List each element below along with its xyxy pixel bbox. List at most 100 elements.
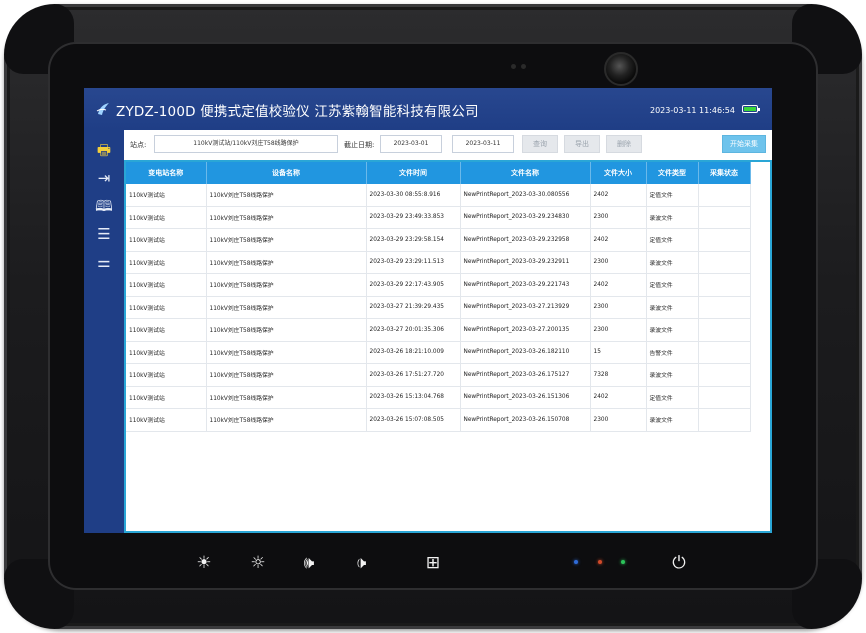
table-cell: 110kV测试站: [126, 341, 207, 364]
table-body: 110kV测试站 110kV刘庄T58线路保护 2023-03-30 08:55:8…: [126, 184, 751, 432]
power-icon[interactable]: ⏻: [667, 551, 691, 575]
table-row[interactable]: 110kV测试站 110kV刘庄T58线路保护 2023-03-27 20:01:3…: [126, 318, 751, 342]
column-header[interactable]: 文件名称: [460, 162, 591, 184]
file-table: 变电站名称 设备名称 文件时间 文件名称 文件大小 文件类型 采集状态 110kV测试站 11…: [126, 162, 751, 432]
column-header[interactable]: 文件类型: [646, 162, 699, 184]
table-cell: 110kV测试站: [126, 363, 207, 387]
table-cell: 110kV测试站: [126, 228, 207, 252]
column-header[interactable]: 设备名称: [206, 162, 367, 184]
table-cell: 110kV刘庄T58线路保护: [206, 408, 367, 432]
table-cell: 2300: [590, 318, 647, 342]
app-title: ZYDZ-100D 便携式定值校验仪 江苏紫翰智能科技有限公司: [116, 104, 479, 120]
delete-button[interactable]: 删除: [606, 135, 642, 153]
start-collect-button[interactable]: 开始采集: [722, 135, 766, 153]
data-grid: 变电站名称 设备名称 文件时间 文件名称 文件大小 文件类型 采集状态 110kV测试站 11…: [126, 162, 770, 531]
table-cell: NewPrintReport_2023-03-29.232958: [460, 228, 591, 252]
table-cell: 告警文件: [646, 341, 699, 364]
table-cell: 定值文件: [646, 386, 699, 409]
brightness-down-icon[interactable]: ☼: [246, 551, 270, 575]
column-header[interactable]: 文件大小: [590, 162, 647, 184]
query-button[interactable]: 查询: [522, 135, 558, 153]
table-cell: 2402: [590, 386, 647, 409]
table-cell: NewPrintReport_2023-03-27.213929: [460, 296, 591, 319]
table-cell: [698, 251, 751, 274]
table-cell: 110kV测试站: [126, 184, 207, 207]
table-cell: 2402: [590, 228, 647, 252]
table-cell: 2023-03-26 15:13:04.768: [366, 386, 461, 409]
sidebar: 🖶 ⇥ 🕮 ☰ ⚌: [84, 130, 124, 533]
table-row[interactable]: 110kV测试站 110kV刘庄T58线路保护 2023-03-30 08:55:8…: [126, 184, 751, 207]
table-cell: 2023-03-26 15:07:08.505: [366, 408, 461, 432]
table-cell: 2402: [590, 184, 647, 207]
filter-toolbar: 站点: 110kV测试站/110kV刘庄T58线路保护 截止日期: 2023-0…: [124, 130, 772, 160]
brightness-up-icon[interactable]: ☀: [192, 551, 216, 575]
table-cell: 录波文件: [646, 408, 699, 432]
table-row[interactable]: 110kV测试站 110kV刘庄T58线路保护 2023-03-26 18:21:1…: [126, 341, 751, 364]
title-bar: ZYDZ-100D 便携式定值校验仪 江苏紫翰智能科技有限公司 2023-03-…: [84, 88, 772, 130]
microphone-dot: [511, 64, 516, 69]
camera-icon: [604, 52, 638, 86]
table-cell: 110kV测试站: [126, 408, 207, 432]
table-row[interactable]: 110kV测试站 110kV刘庄T58线路保护 2023-03-26 15:13:0…: [126, 386, 751, 409]
site-select[interactable]: 110kV测试站/110kV刘庄T58线路保护: [154, 135, 338, 153]
table-cell: 2023-03-30 08:55:8.916: [366, 184, 461, 207]
table-cell: 110kV刘庄T58线路保护: [206, 386, 367, 409]
battery-icon: [742, 105, 760, 113]
table-cell: 2023-03-29 22:17:43.905: [366, 273, 461, 297]
table-row[interactable]: 110kV测试站 110kV刘庄T58线路保护 2023-03-29 23:49:3…: [126, 206, 751, 229]
column-header[interactable]: 变电站名称: [126, 162, 207, 184]
column-header[interactable]: 采集状态: [698, 162, 751, 184]
table-row[interactable]: 110kV测试站 110kV刘庄T58线路保护 2023-03-29 22:17:4…: [126, 273, 751, 297]
table-cell: 110kV测试站: [126, 206, 207, 229]
site-label: 站点:: [130, 141, 147, 149]
server-icon[interactable]: ☰: [94, 224, 114, 244]
volume-down-icon[interactable]: 🕩: [349, 551, 373, 575]
table-cell: 2023-03-27 21:39:29.435: [366, 296, 461, 319]
clock: 2023-03-11 11:46:54: [650, 106, 735, 115]
sensor-dot: [521, 64, 526, 69]
status-led: [598, 560, 602, 564]
import-icon[interactable]: ⇥: [94, 168, 114, 188]
table-cell: 2023-03-29 23:29:11.513: [366, 251, 461, 274]
table-cell: NewPrintReport_2023-03-26.150708: [460, 408, 591, 432]
export-button[interactable]: 导出: [564, 135, 600, 153]
table-cell: NewPrintReport_2023-03-26.175127: [460, 363, 591, 387]
table-cell: 110kV刘庄T58线路保护: [206, 228, 367, 252]
table-cell: [698, 228, 751, 252]
table-cell: [698, 206, 751, 229]
table-cell: 2023-03-27 20:01:35.306: [366, 318, 461, 342]
column-header[interactable]: 文件时间: [366, 162, 461, 184]
table-header-row: 变电站名称 设备名称 文件时间 文件名称 文件大小 文件类型 采集状态: [126, 162, 751, 184]
table-cell: 110kV测试站: [126, 251, 207, 274]
table-cell: [698, 363, 751, 387]
volume-up-icon[interactable]: 🕪: [297, 551, 321, 575]
table-row[interactable]: 110kV测试站 110kV刘庄T58线路保护 2023-03-27 21:39:2…: [126, 296, 751, 319]
table-cell: 2300: [590, 408, 647, 432]
settings-sliders-icon[interactable]: ⚌: [94, 252, 114, 272]
table-cell: 2300: [590, 206, 647, 229]
table-cell: [698, 184, 751, 207]
book-icon[interactable]: 🕮: [94, 196, 114, 216]
table-cell: 110kV刘庄T58线路保护: [206, 341, 367, 364]
table-cell: 2023-03-29 23:49:33.853: [366, 206, 461, 229]
table-cell: 录波文件: [646, 251, 699, 274]
table-cell: 110kV刘庄T58线路保护: [206, 318, 367, 342]
table-cell: 15: [590, 341, 647, 364]
table-row[interactable]: 110kV测试站 110kV刘庄T58线路保护 2023-03-26 15:07:0…: [126, 408, 751, 432]
table-cell: 110kV刘庄T58线路保护: [206, 273, 367, 297]
table-cell: 2023-03-26 18:21:10.009: [366, 341, 461, 364]
table-row[interactable]: 110kV测试站 110kV刘庄T58线路保护 2023-03-26 17:51:2…: [126, 363, 751, 387]
table-row[interactable]: 110kV测试站 110kV刘庄T58线路保护 2023-03-29 23:29:5…: [126, 228, 751, 252]
windows-icon[interactable]: ⊞: [421, 551, 445, 575]
status-led: [621, 560, 625, 564]
table-cell: 7328: [590, 363, 647, 387]
table-cell: 110kV刘庄T58线路保护: [206, 251, 367, 274]
printer-icon[interactable]: 🖶: [94, 140, 114, 160]
table-cell: 110kV刘庄T58线路保护: [206, 184, 367, 207]
date-from-input[interactable]: 2023-03-01: [380, 135, 442, 153]
table-cell: 110kV测试站: [126, 386, 207, 409]
table-cell: 2300: [590, 296, 647, 319]
date-to-input[interactable]: 2023-03-11: [452, 135, 514, 153]
table-row[interactable]: 110kV测试站 110kV刘庄T58线路保护 2023-03-29 23:29:1…: [126, 251, 751, 274]
table-cell: NewPrintReport_2023-03-29.232911: [460, 251, 591, 274]
